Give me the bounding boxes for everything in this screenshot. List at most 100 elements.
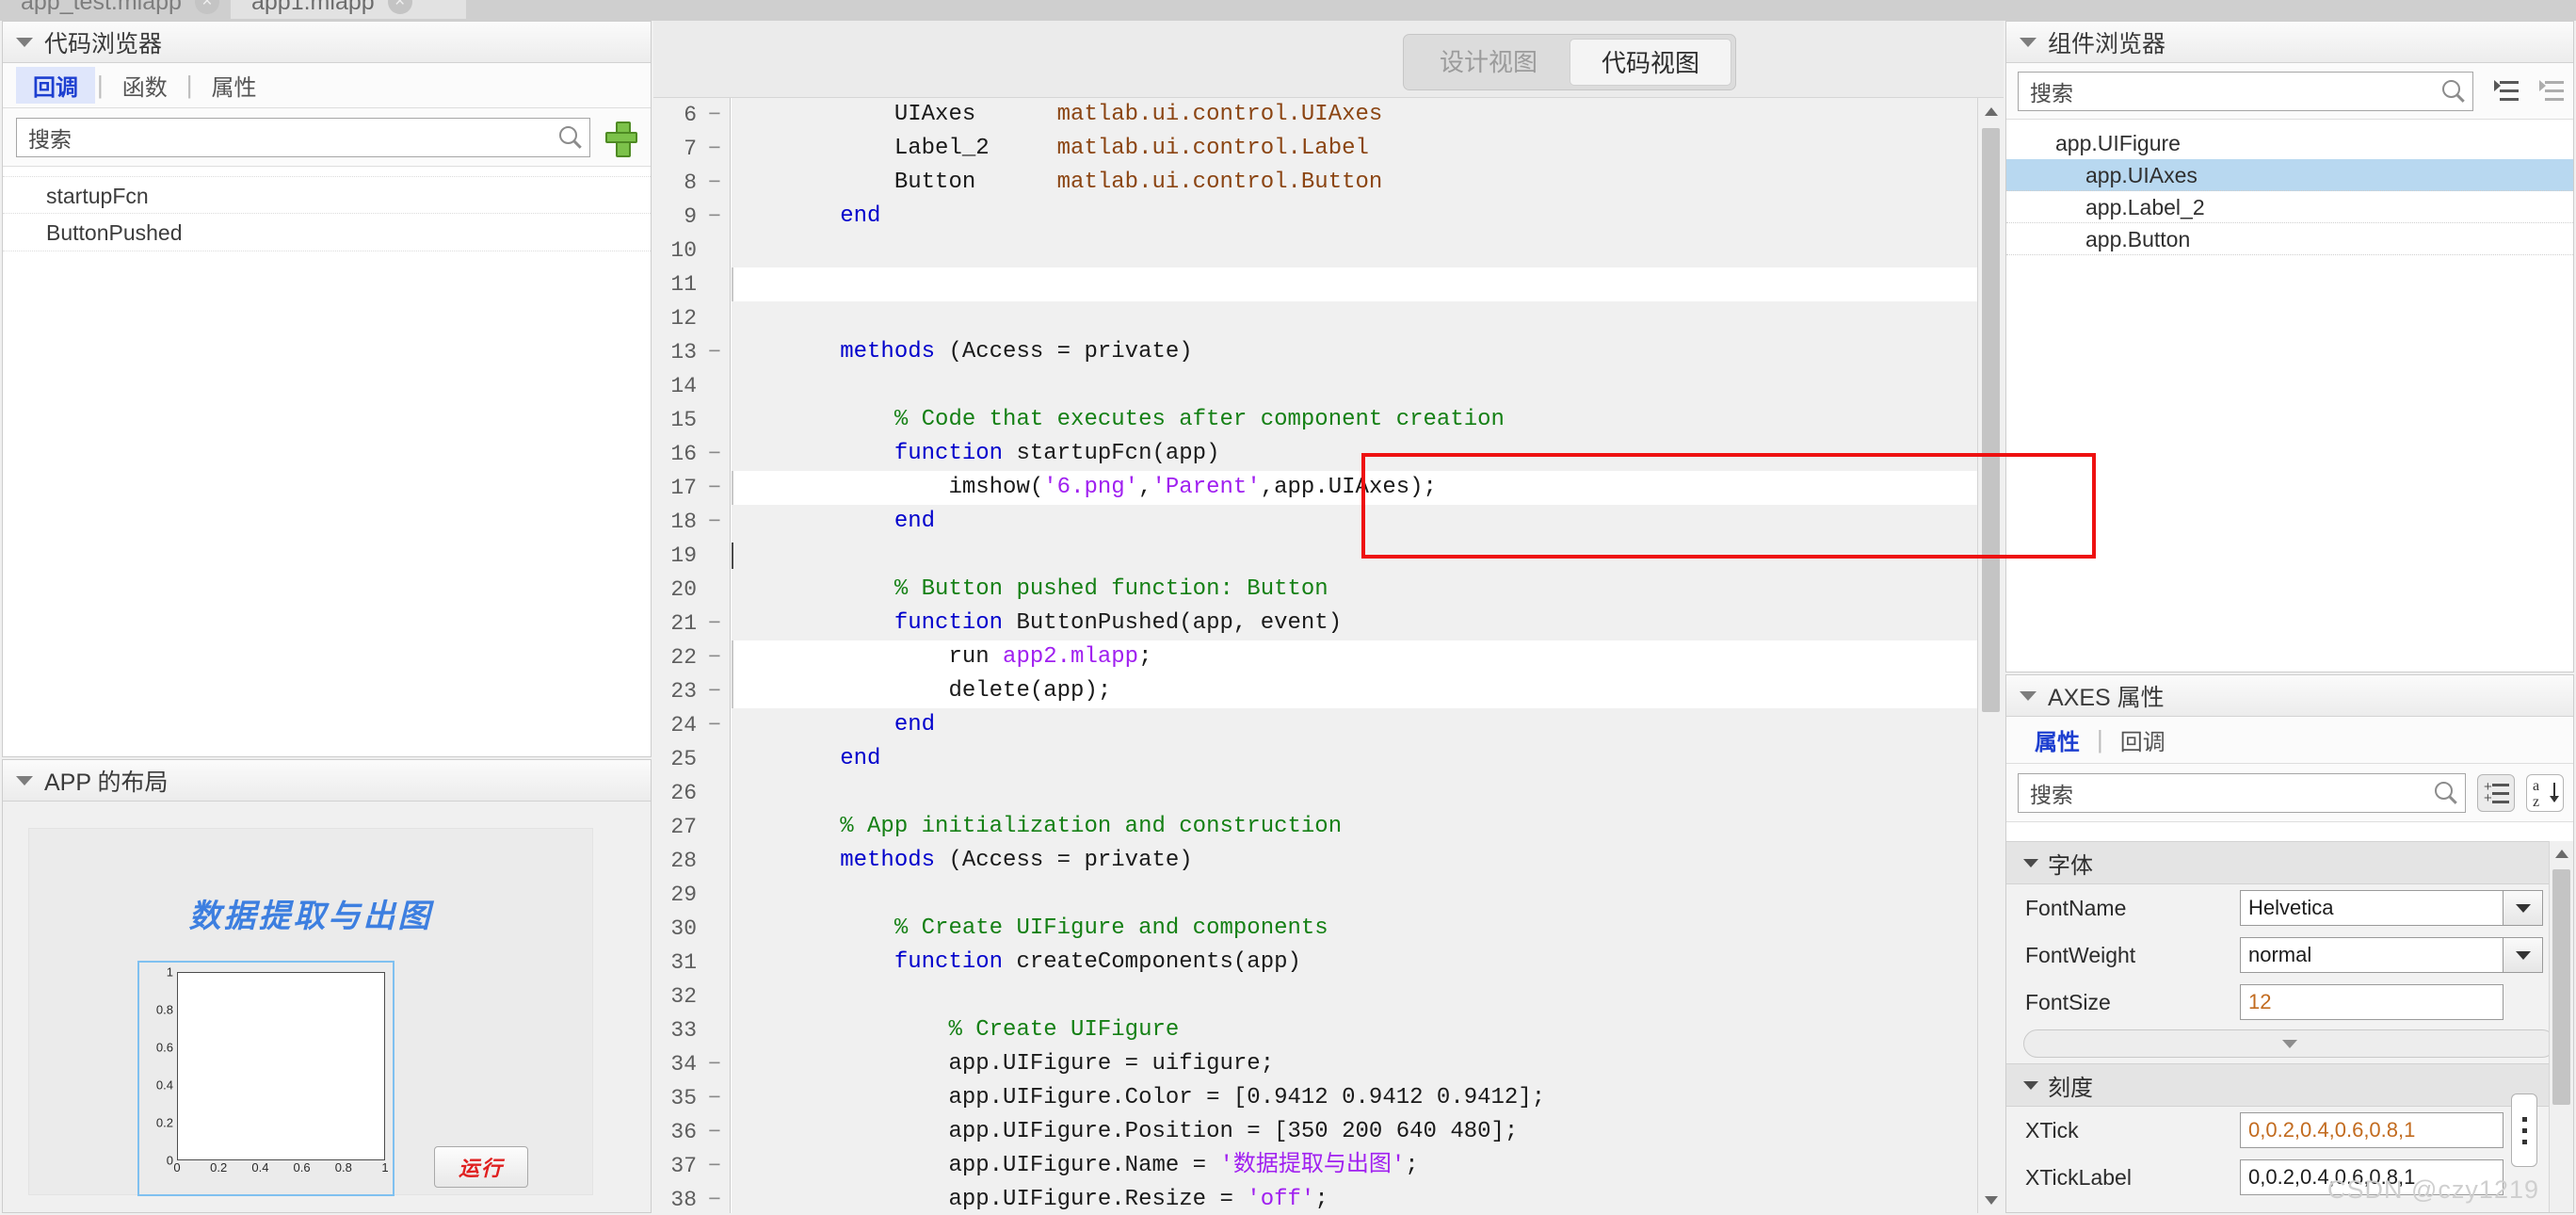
code-line[interactable]: app.UIFigure.Name = '数据提取与出图';: [732, 1149, 1977, 1183]
collapse-triangle-icon[interactable]: [2023, 858, 2038, 867]
close-icon[interactable]: ×: [194, 0, 219, 14]
scrollbar-thumb[interactable]: [2552, 869, 2570, 1105]
code-line[interactable]: app.UIFigure.Color = [0.9412 0.9412 0.94…: [732, 1081, 1977, 1115]
code-line[interactable]: Label_2 matlab.ui.control.Label: [732, 132, 1977, 166]
code-line[interactable]: Button matlab.ui.control.Button: [732, 166, 1977, 200]
tree-item-uiaxes[interactable]: app.UIAxes: [2006, 159, 2573, 191]
collapse-triangle-icon[interactable]: [2023, 1080, 2038, 1090]
property-group-header[interactable]: 字体: [2006, 841, 2573, 884]
code-line[interactable]: % Code that executes after component cre…: [732, 403, 1977, 437]
font-size-expander[interactable]: [2023, 1029, 2556, 1058]
property-group-header[interactable]: 刻度: [2006, 1063, 2573, 1107]
list-item[interactable]: startupFcn: [3, 176, 651, 214]
code-line[interactable]: end: [732, 742, 1977, 776]
tab-properties[interactable]: 属性: [195, 67, 274, 104]
collapse-tree-icon[interactable]: [2532, 76, 2564, 106]
document-tab-app-test[interactable]: app_test.mlapp ×: [0, 0, 226, 19]
add-callback-icon[interactable]: [605, 121, 637, 157]
code-view-button[interactable]: 代码视图: [1570, 39, 1731, 86]
fold-marker-icon[interactable]: −: [708, 713, 721, 737]
property-value-input[interactable]: 0,0.2,0.4,0.6,0.8,1: [2240, 1159, 2504, 1195]
axes-properties-search-input[interactable]: 搜索: [2018, 772, 2466, 813]
preview-uiaxes[interactable]: 1 0.8 0.6 0.4 0.2 0 0 0.2 0.4 0.6 0.8 1: [137, 961, 394, 1196]
code-line[interactable]: [732, 234, 1977, 267]
tab-callbacks[interactable]: 回调: [2105, 721, 2181, 758]
code-line[interactable]: end: [732, 708, 1977, 742]
chevron-down-icon[interactable]: [2504, 890, 2543, 926]
code-line[interactable]: run app2.mlapp;: [732, 640, 1977, 674]
fold-marker-icon[interactable]: −: [708, 137, 721, 161]
tree-item-label2[interactable]: app.Label_2: [2006, 191, 2573, 223]
collapse-triangle-icon[interactable]: [16, 37, 33, 47]
preview-run-button[interactable]: 运行: [434, 1146, 528, 1188]
code-line[interactable]: [732, 878, 1977, 912]
code-line[interactable]: % Create UIFigure: [732, 1013, 1977, 1047]
code-line[interactable]: end: [732, 505, 1977, 539]
scrollbar-thumb[interactable]: [1982, 128, 2000, 712]
code-line[interactable]: [732, 776, 1977, 810]
fold-marker-icon[interactable]: −: [708, 442, 721, 466]
component-browser-search-input[interactable]: 搜索: [2018, 71, 2473, 111]
document-tab-app1[interactable]: app1.mlapp ×: [231, 0, 466, 19]
group-by-category-icon[interactable]: + +: [2477, 773, 2515, 812]
code-line[interactable]: [732, 301, 1977, 335]
component-browser-header[interactable]: 组件浏览器: [2006, 22, 2573, 63]
code-line[interactable]: % Button pushed function: Button: [732, 573, 1977, 607]
app-layout-header[interactable]: APP 的布局: [3, 760, 651, 802]
collapse-triangle-icon[interactable]: [16, 775, 33, 786]
scroll-down-icon[interactable]: [1978, 1187, 2004, 1213]
editor-vertical-scrollbar[interactable]: [1977, 98, 2004, 1213]
fold-marker-icon[interactable]: −: [708, 1086, 721, 1110]
fold-marker-icon[interactable]: −: [708, 103, 721, 127]
code-line[interactable]: app.UIFigure.Resize = 'off';: [732, 1183, 1977, 1213]
properties-scrollbar[interactable]: [2549, 841, 2573, 1212]
fold-marker-icon[interactable]: −: [708, 1154, 721, 1178]
close-icon[interactable]: ×: [387, 0, 412, 14]
code-browser-search-input[interactable]: 搜索: [16, 117, 590, 157]
tree-item-uifigure[interactable]: app.UIFigure: [2006, 127, 2573, 159]
code-line[interactable]: [732, 980, 1977, 1013]
scroll-up-icon[interactable]: [2550, 841, 2573, 866]
fold-marker-icon[interactable]: −: [708, 476, 721, 500]
list-item[interactable]: ButtonPushed: [3, 214, 651, 251]
code-line[interactable]: [732, 539, 1977, 573]
code-line[interactable]: UIAxes matlab.ui.control.UIAxes: [732, 98, 1977, 132]
scroll-up-icon[interactable]: [1978, 98, 2004, 124]
fold-marker-icon[interactable]: −: [708, 645, 721, 670]
property-value-input[interactable]: normal: [2240, 937, 2504, 973]
code-line[interactable]: app.UIFigure = uifigure;: [732, 1047, 1977, 1081]
fold-marker-icon[interactable]: −: [708, 1188, 721, 1212]
axes-properties-scroll-area[interactable]: 字体 FontName Helvetica FontWeight normal FontS…: [2006, 841, 2573, 1212]
tab-functions[interactable]: 函数: [105, 67, 185, 104]
fold-marker-icon[interactable]: −: [708, 679, 721, 704]
fold-marker-icon[interactable]: −: [708, 1120, 721, 1144]
editor-code-area[interactable]: UIAxes matlab.ui.control.UIAxes Label_2 …: [732, 98, 1977, 1213]
fold-marker-icon[interactable]: −: [708, 1052, 721, 1077]
code-line[interactable]: [732, 369, 1977, 403]
design-view-button[interactable]: 设计视图: [1408, 39, 1570, 86]
collapse-triangle-icon[interactable]: [2020, 690, 2037, 701]
code-line[interactable]: [732, 267, 1977, 301]
fold-marker-icon[interactable]: −: [708, 340, 721, 364]
more-options-icon[interactable]: [2511, 1094, 2537, 1167]
fold-marker-icon[interactable]: −: [708, 204, 721, 229]
code-line[interactable]: app.UIFigure.Position = [350 200 640 480…: [732, 1115, 1977, 1149]
code-line[interactable]: end: [732, 200, 1977, 234]
code-line[interactable]: function startupFcn(app): [732, 437, 1977, 471]
chevron-down-icon[interactable]: [2504, 937, 2543, 973]
property-value-input[interactable]: Helvetica: [2240, 890, 2504, 926]
collapse-triangle-icon[interactable]: [2020, 37, 2037, 47]
property-value-input[interactable]: 0,0.2,0.4,0.6,0.8,1: [2240, 1112, 2504, 1148]
code-line[interactable]: imshow('6.png','Parent',app.UIAxes);: [732, 471, 1977, 505]
code-line[interactable]: methods (Access = private): [732, 335, 1977, 369]
property-value-input[interactable]: 12: [2240, 984, 2504, 1020]
code-line[interactable]: function ButtonPushed(app, event): [732, 607, 1977, 640]
expand-tree-icon[interactable]: [2487, 76, 2519, 106]
fold-marker-icon[interactable]: −: [708, 170, 721, 195]
tab-properties[interactable]: 属性: [2020, 721, 2095, 758]
code-line[interactable]: % App initialization and construction: [732, 810, 1977, 844]
tree-item-button[interactable]: app.Button: [2006, 223, 2573, 255]
fold-marker-icon[interactable]: −: [708, 510, 721, 534]
axes-properties-header[interactable]: AXES 属性: [2006, 675, 2573, 717]
code-line[interactable]: methods (Access = private): [732, 844, 1977, 878]
